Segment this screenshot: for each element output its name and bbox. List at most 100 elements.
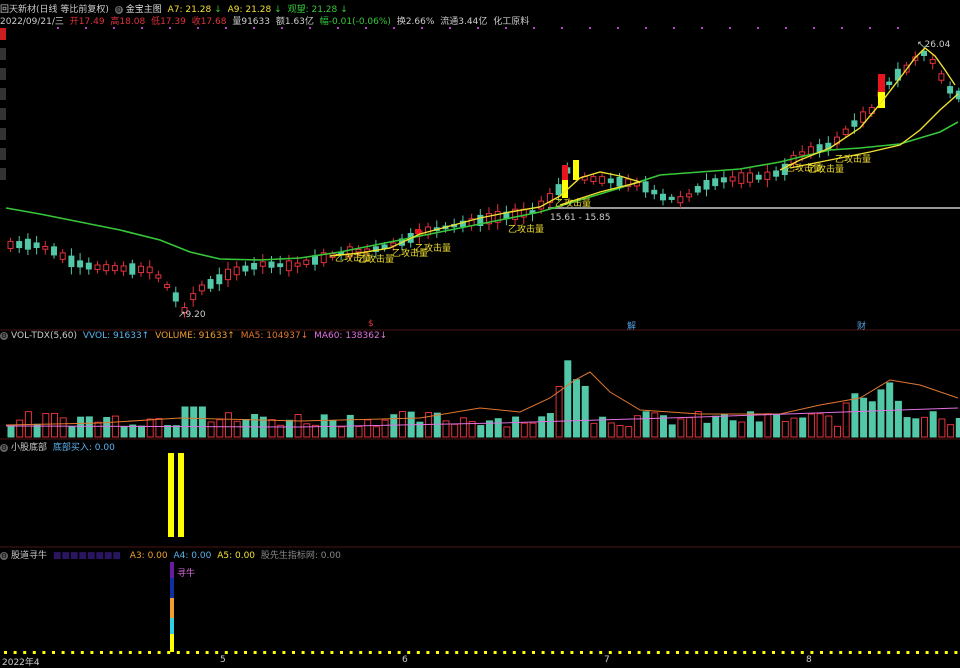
volume-bar: [799, 417, 807, 438]
signal-dot: [897, 27, 899, 29]
candle: [694, 186, 701, 193]
signal-dot: [533, 27, 535, 29]
attack-label: 乙攻击量: [835, 155, 872, 165]
low-price-label: ↗9.20: [178, 310, 206, 320]
bottom-dot: [810, 651, 814, 654]
signal-dot: [729, 27, 731, 29]
vol-name[interactable]: VOL-TDX(5,60): [11, 331, 77, 341]
candle: [103, 264, 110, 272]
candle: [216, 274, 223, 285]
ox-bar: [170, 598, 174, 618]
volume-bar: [538, 416, 546, 438]
candle: [886, 81, 893, 86]
signal-dot: [141, 27, 143, 29]
ox-settings-icon[interactable]: ⚙: [0, 551, 8, 560]
event-marker[interactable]: 解: [627, 319, 636, 332]
x-axis-label: 2022年4: [2, 658, 40, 668]
bottom-dot: [839, 651, 843, 654]
bottom-dot: [100, 651, 103, 654]
bottom-dot: [608, 651, 612, 654]
candle: [94, 264, 101, 271]
bottom-dot: [589, 651, 593, 654]
bottom-dot: [791, 651, 795, 654]
bottom-dot: [532, 651, 535, 654]
event-marker[interactable]: $: [368, 319, 374, 329]
bottom-dot: [503, 651, 507, 654]
signal-dot: [365, 27, 367, 29]
volume-bar: [555, 385, 563, 438]
bottom-dot: [42, 651, 46, 654]
volume-bar: [738, 421, 746, 438]
ox-bar: [170, 578, 174, 598]
candle: [259, 261, 266, 267]
vol-settings-icon[interactable]: ⚙: [0, 331, 8, 340]
bottom-dot: [906, 651, 910, 654]
candle: [712, 178, 719, 187]
candle: [85, 262, 92, 270]
signal-dot: [309, 27, 311, 29]
volume-bar: [320, 414, 328, 438]
bottom-dot: [455, 651, 459, 654]
volume-bar: [651, 412, 659, 438]
bottom-dot: [474, 651, 478, 654]
volume-bar: [268, 419, 276, 438]
bottom-dot: [301, 651, 305, 654]
volume-bar: [164, 425, 172, 438]
candle: [155, 274, 162, 279]
volume-bar: [686, 417, 694, 438]
ox-panel-name[interactable]: 股道寻牛: [11, 551, 47, 561]
candle: [773, 170, 780, 177]
candle: [242, 265, 249, 272]
volume-bar: [355, 426, 363, 438]
bottom-dot: [676, 651, 679, 654]
volume-bar: [59, 417, 67, 438]
volume-bar: [7, 425, 15, 438]
event-marker[interactable]: 财: [857, 319, 866, 332]
bottom-dot: [23, 651, 27, 654]
candle: [198, 284, 205, 292]
bottom-dot: [340, 651, 343, 654]
bottom-dot: [464, 651, 468, 654]
volume-bar: [251, 413, 259, 438]
ma-green-line: [5, 121, 959, 261]
volume-bar: [581, 385, 589, 438]
bottom-panel-name[interactable]: 小股底部: [11, 443, 47, 453]
bottom-dot: [282, 651, 286, 654]
bottom-dot: [541, 651, 545, 654]
volume-bar: [773, 414, 781, 438]
bottom-dot: [800, 651, 804, 654]
candle: [68, 255, 75, 268]
signal-dot: [449, 27, 451, 29]
volume-bar: [677, 418, 685, 438]
bottom-dot: [762, 651, 766, 654]
signal-dot: [281, 27, 283, 29]
volume-bar: [564, 360, 572, 438]
signal-dot: [85, 27, 87, 29]
volume-bar: [138, 425, 145, 438]
candle: [686, 193, 693, 198]
volume-bar: [590, 422, 598, 438]
bottom-dot: [330, 651, 334, 654]
signal-dot: [561, 27, 563, 29]
bottom-dot: [858, 651, 862, 654]
bottom-dot: [781, 651, 785, 654]
ma-yellow-line: [789, 93, 959, 169]
bottom-dot: [272, 651, 276, 654]
volume-bar: [294, 414, 302, 438]
candle: [225, 268, 231, 281]
bottom-panel-header: ⚙ 小股底部 底部买入: 0.00: [0, 440, 118, 453]
bottom-dot: [916, 651, 919, 654]
ox-bar: [170, 618, 174, 634]
bottom-settings-icon[interactable]: ⚙: [0, 443, 8, 452]
volume-bar: [512, 416, 520, 438]
x-axis-label: 7: [604, 655, 610, 665]
candle: [947, 86, 954, 94]
candle: [312, 255, 318, 265]
bottom-dot: [71, 651, 75, 654]
candle: [616, 176, 623, 187]
ox-a5-value: A5: 0.00: [217, 551, 256, 561]
candle: [120, 265, 127, 272]
signal-dot: [841, 27, 843, 29]
volume-bar: [459, 417, 467, 438]
volume-bar: [338, 426, 346, 438]
